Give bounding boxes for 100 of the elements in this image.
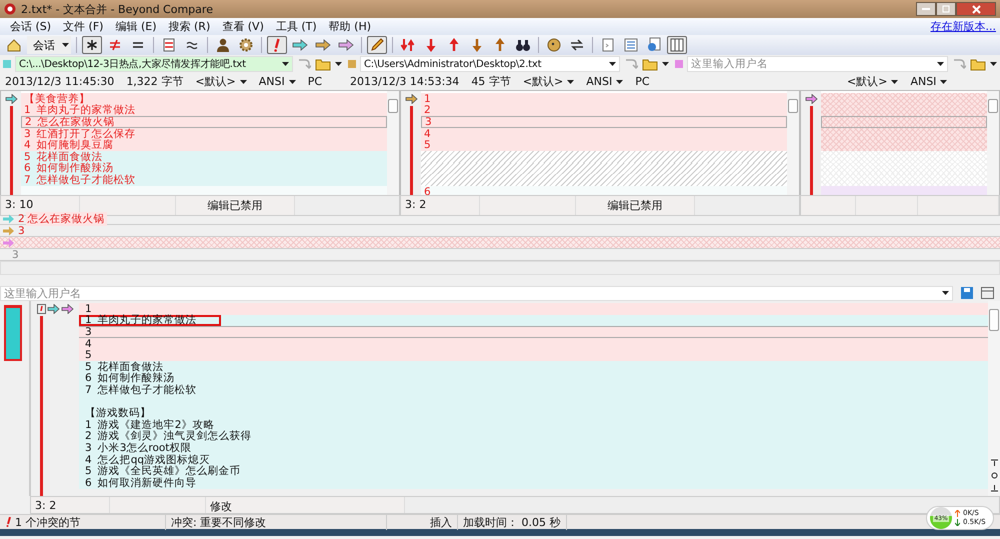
scrollbar-thumb[interactable] xyxy=(788,99,798,113)
format-dropdown[interactable]: <默认> xyxy=(195,74,236,89)
horizontal-scrollbar[interactable] xyxy=(0,261,1000,275)
download-arrow-icon xyxy=(955,519,960,526)
close-button[interactable] xyxy=(956,2,996,16)
gear-icon xyxy=(238,37,254,53)
encoding-dropdown[interactable]: ANSI xyxy=(258,75,285,88)
arrow-icon xyxy=(4,94,18,104)
panel-icon[interactable] xyxy=(981,287,994,299)
line-number: 6 xyxy=(24,162,31,174)
session-button[interactable]: 会话 xyxy=(27,36,71,54)
toolbar-button[interactable] xyxy=(367,36,387,54)
toolbar-button[interactable] xyxy=(82,36,102,54)
line-number: 2 xyxy=(424,104,431,116)
caret-icon xyxy=(335,62,342,66)
document-icon xyxy=(600,37,616,53)
scrollbar-thumb[interactable] xyxy=(989,309,999,331)
path-field[interactable]: C:\...\Desktop\12-3日热点,大家尽情发挥才能吧.txt xyxy=(15,56,293,72)
menu-item[interactable]: 查看 (V) xyxy=(216,19,270,34)
toolbar-button[interactable] xyxy=(667,36,687,54)
menu-item[interactable]: 文件 (F) xyxy=(57,19,110,34)
line-text: 怎么在家做火锅 xyxy=(26,212,107,226)
exclamation-icon xyxy=(5,517,11,527)
line-text: 如何腌制臭豆腐 xyxy=(36,138,114,152)
line-text: 游戏《建造地牢2》攻略 xyxy=(98,418,214,431)
line-text: 花样面食做法 xyxy=(36,150,103,163)
house-icon xyxy=(6,37,22,53)
lines-icon xyxy=(161,37,177,53)
file-size: 45 字节 xyxy=(471,74,511,89)
menu-item[interactable]: 帮助 (H) xyxy=(322,19,378,34)
vertical-scrollbar[interactable] xyxy=(987,91,999,198)
line-number: 6 xyxy=(85,372,92,384)
arrow-icon xyxy=(338,37,354,53)
folder-icon[interactable] xyxy=(970,58,986,70)
line-number: 4 xyxy=(85,338,92,350)
menu-item[interactable]: 工具 (T) xyxy=(270,19,323,34)
line-number: 3 xyxy=(85,442,92,454)
vertical-scrollbar[interactable] xyxy=(787,91,799,198)
line-text: 【美食营养】 xyxy=(24,92,90,105)
overview-map[interactable] xyxy=(4,305,22,361)
refresh-icon xyxy=(646,37,662,53)
line-number: 6 xyxy=(85,476,92,489)
minimize-button[interactable] xyxy=(916,2,936,16)
line-text: 怎样做包子才能松软 xyxy=(36,172,136,187)
restore-icon xyxy=(942,5,950,13)
folder-icon[interactable] xyxy=(315,58,331,70)
menu-item[interactable]: 搜索 (R) xyxy=(162,19,216,34)
exclamation-icon xyxy=(37,304,46,314)
line-number: 7 xyxy=(24,174,31,186)
save-icon[interactable] xyxy=(961,287,973,299)
scrollbar-thumb[interactable] xyxy=(988,99,998,113)
restore-button[interactable] xyxy=(936,2,956,16)
close-icon xyxy=(972,4,980,14)
line-number: 1 xyxy=(85,418,92,431)
app-logo-icon xyxy=(4,3,16,15)
conflict-count: 1 个冲突的节 xyxy=(15,514,80,530)
horizontal-scrollbar[interactable] xyxy=(695,196,799,215)
path-field[interactable]: C:\Users\Administrator\Desktop\2.txt xyxy=(360,56,620,72)
path-field[interactable]: 这里输入用户名 xyxy=(687,56,948,72)
line-number: 1 xyxy=(24,104,31,116)
line-text: 【游戏数码】 xyxy=(85,406,151,420)
line-ending-label: PC xyxy=(308,75,322,88)
update-link[interactable]: 存在新版本... xyxy=(930,19,996,34)
cursor-position: 3: 2 xyxy=(31,497,110,513)
caret-icon xyxy=(240,80,247,84)
caret-icon xyxy=(942,291,949,295)
line-number: 2 xyxy=(85,430,92,442)
caret-icon xyxy=(662,62,669,66)
caret-icon xyxy=(288,80,296,84)
encoding-dropdown[interactable]: ANSI xyxy=(586,75,612,88)
line-number: 5 xyxy=(424,139,431,152)
encoding-dropdown[interactable]: ANSI xyxy=(910,75,936,88)
columns-icon xyxy=(669,37,685,53)
window-title: 2.txt* - 文本合并 - Beyond Compare xyxy=(21,2,213,16)
line-text: 怎么把qq游戏图标熄灭 xyxy=(98,452,210,466)
cursor-position: 3: 2 xyxy=(401,196,480,215)
line-number: 3 xyxy=(17,224,25,236)
file-date: 2013/12/3 11:45:30 xyxy=(5,75,114,88)
circle-icon[interactable] xyxy=(990,472,998,479)
output-path-field[interactable]: 这里输入用户名 xyxy=(0,286,953,300)
vertical-scrollbar[interactable] xyxy=(988,301,1000,496)
line-text: 小米3怎么root权限 xyxy=(98,440,192,454)
line-number: 4 xyxy=(85,454,92,466)
caret-icon xyxy=(616,80,624,84)
menu-item[interactable]: 会话 (S) xyxy=(4,19,58,34)
not-equal-icon xyxy=(107,37,123,53)
arrow-icon xyxy=(804,94,818,104)
format-dropdown[interactable]: <默认> xyxy=(522,74,564,89)
scrollbar-thumb[interactable] xyxy=(388,99,398,113)
format-dropdown[interactable]: <默认> xyxy=(847,74,888,89)
vertical-scrollbar[interactable] xyxy=(387,91,399,198)
line-number: 7 xyxy=(85,384,92,396)
horizontal-scrollbar[interactable] xyxy=(295,196,399,215)
line-number: 4 xyxy=(24,139,31,152)
line-text: 怎样做包子才能松软 xyxy=(98,382,197,397)
caret-icon xyxy=(891,80,898,84)
menu-item[interactable]: 编辑 (E) xyxy=(109,19,163,34)
arrow-icon xyxy=(47,304,60,314)
folder-icon[interactable] xyxy=(642,58,658,70)
swap-icon xyxy=(569,37,585,53)
